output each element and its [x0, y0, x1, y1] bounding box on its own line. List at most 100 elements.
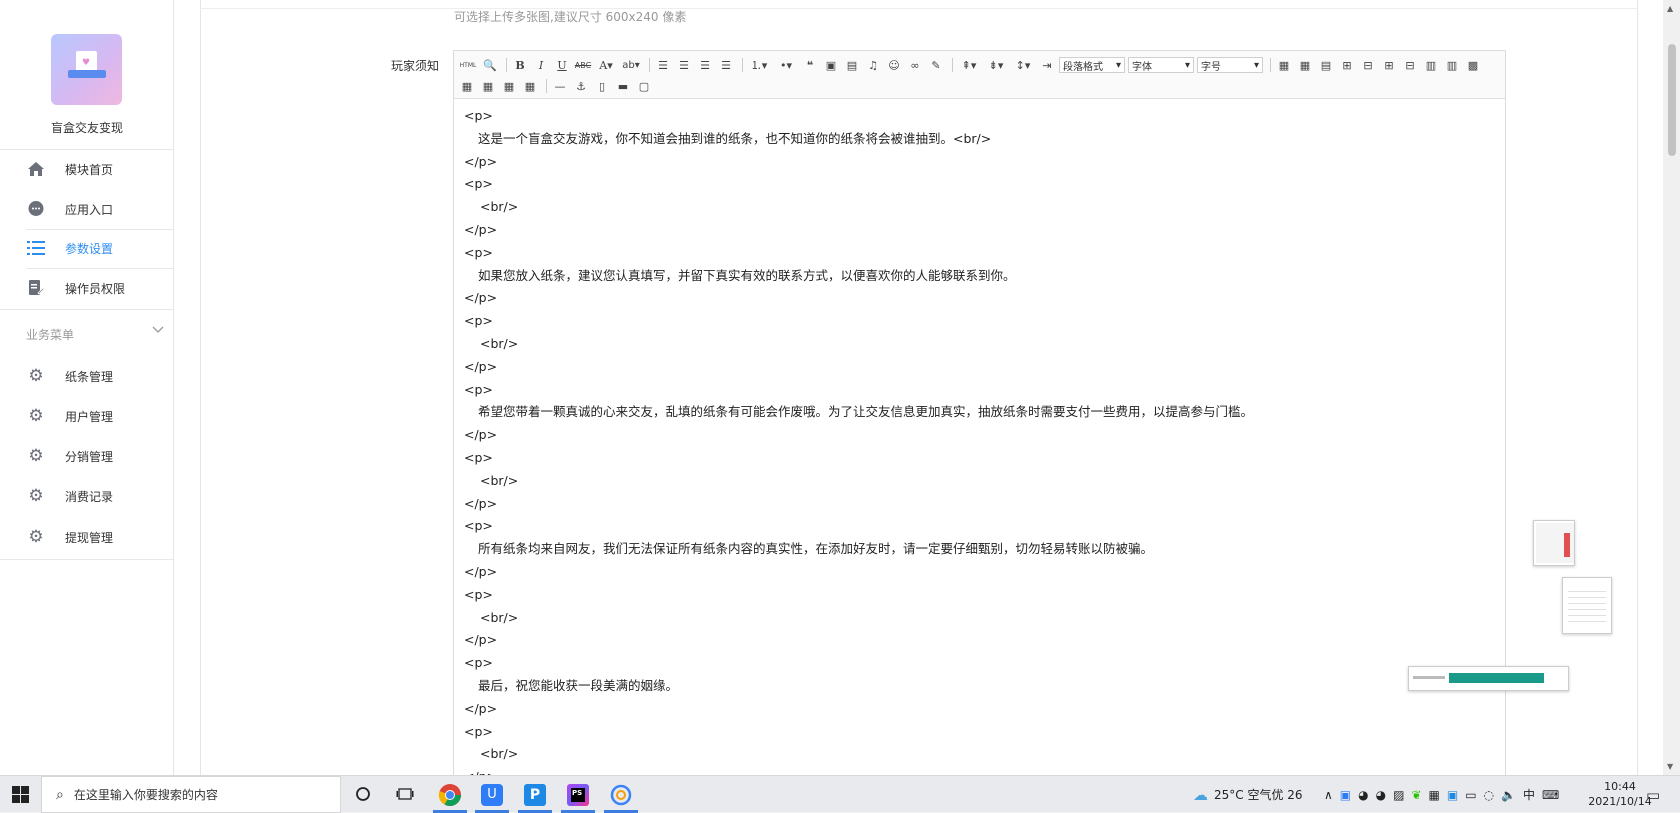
merge-down-icon[interactable]: ▦: [521, 77, 539, 95]
indent-icon[interactable]: ⇥: [1038, 56, 1056, 74]
sidebar-item-label: 参数设置: [65, 241, 114, 256]
print-icon[interactable]: ▬: [614, 77, 632, 95]
blockquote-icon[interactable]: ❝: [801, 56, 819, 74]
scroll-thumb[interactable]: [1668, 44, 1676, 156]
windows-start-icon[interactable]: [12, 786, 29, 803]
split-row-icon[interactable]: ▦: [458, 77, 476, 95]
eraser-icon[interactable]: ✎: [927, 56, 945, 74]
unordered-list-icon[interactable]: •▾: [774, 56, 798, 74]
emoji-icon[interactable]: ☺: [885, 56, 903, 74]
align-right-icon[interactable]: ☰: [696, 56, 714, 74]
delete-table-icon[interactable]: ▩: [1464, 56, 1482, 74]
insert-col-icon[interactable]: ⊞: [1380, 56, 1398, 74]
sidebar-item-settings[interactable]: 参数设置: [0, 229, 174, 267]
logo-box-lid: [68, 70, 106, 78]
chrome-taskbar-icon[interactable]: [429, 776, 471, 813]
code-line: </p>: [464, 153, 498, 169]
window-thumbnail[interactable]: [1562, 577, 1612, 634]
tray-app-icon[interactable]: ▨: [1393, 788, 1404, 802]
toolbar-separator: [952, 58, 953, 72]
font-family-select[interactable]: 字体 ▾: [1128, 57, 1194, 73]
sidebar-item-consumption[interactable]: ⚙ 消费记录: [0, 477, 174, 515]
paragraph-format-select[interactable]: 段落格式 ▾: [1059, 57, 1125, 73]
input-icon[interactable]: ⌨: [1542, 788, 1559, 802]
merge-right-icon[interactable]: ▦: [500, 77, 518, 95]
underline-icon[interactable]: U: [553, 56, 571, 74]
preview-icon[interactable]: ▢: [635, 77, 653, 95]
qq-icon[interactable]: ◕: [1376, 788, 1386, 802]
split-cells-icon[interactable]: ▥: [1443, 56, 1461, 74]
html-source-button[interactable]: HTML: [458, 56, 478, 74]
qq-icon[interactable]: ◕: [1358, 788, 1368, 802]
sidebar-item-distribution[interactable]: ⚙ 分销管理: [0, 437, 174, 475]
sidebar-item-home[interactable]: 模块首页: [0, 150, 174, 188]
ime-indicator[interactable]: 中: [1523, 786, 1535, 803]
app-taskbar-icon[interactable]: U: [471, 776, 513, 813]
image-icon[interactable]: ▣: [822, 56, 840, 74]
bold-icon[interactable]: B: [511, 56, 529, 74]
battery-icon[interactable]: ▭: [1465, 788, 1476, 802]
delete-col-icon[interactable]: ⊟: [1401, 56, 1419, 74]
sidebar-item-operator-permissions[interactable]: 操作员权限: [0, 269, 174, 307]
merge-cells-icon[interactable]: ▥: [1422, 56, 1440, 74]
table-insert-icon[interactable]: ▦: [1296, 56, 1314, 74]
link-icon[interactable]: ∞: [906, 56, 924, 74]
delete-row-icon[interactable]: ⊟: [1359, 56, 1377, 74]
table-caption-icon[interactable]: ▤: [1317, 56, 1335, 74]
scroll-down-icon[interactable]: ▼: [1667, 762, 1673, 771]
ordered-list-icon[interactable]: ⒈▾: [747, 56, 771, 74]
anchor-icon[interactable]: ⚓: [572, 77, 590, 95]
browser-taskbar-icon[interactable]: [600, 776, 642, 813]
code-line: </p>: [464, 358, 498, 374]
cortana-icon[interactable]: [350, 781, 376, 807]
sidebar-item-label: 分销管理: [65, 449, 114, 464]
horizontal-rule-icon[interactable]: —: [551, 77, 569, 95]
network-icon[interactable]: ◌: [1484, 788, 1494, 802]
row-spacing-top-icon[interactable]: ⇞▾: [957, 56, 981, 74]
sidebar-item-users[interactable]: ⚙ 用户管理: [0, 397, 174, 435]
sidebar-item-notes[interactable]: ⚙ 纸条管理: [0, 357, 174, 395]
chevron-down-icon[interactable]: [152, 323, 164, 337]
align-left-icon[interactable]: ☰: [654, 56, 672, 74]
file-icon[interactable]: ▤: [843, 56, 861, 74]
phpstorm-taskbar-icon[interactable]: PS: [557, 776, 599, 813]
window-thumbnail[interactable]: [1533, 520, 1575, 566]
html-source-content[interactable]: <p> 这是一个盲盒交友游戏，你不知道会抽到谁的纸条，也不知道你的纸条将会被谁抽到…: [464, 105, 1494, 789]
window-thumbnail[interactable]: [1408, 666, 1569, 691]
line-height-icon[interactable]: ↕▾: [1011, 56, 1035, 74]
tray-app-icon[interactable]: ▣: [1340, 788, 1351, 802]
split-col-icon[interactable]: ▦: [479, 77, 497, 95]
p-app-taskbar-icon[interactable]: P: [514, 776, 556, 813]
scroll-up-icon[interactable]: ▲: [1667, 4, 1673, 13]
table-icon[interactable]: ▦: [1275, 56, 1293, 74]
chat-bubble-icon: [26, 199, 46, 219]
system-clock[interactable]: 10:44 2021/10/14: [1585, 779, 1655, 809]
taskbar-search-box[interactable]: ⌕ 在这里输入你要搜索的内容: [41, 776, 341, 813]
code-line: <p>: [464, 244, 493, 260]
weather-widget[interactable]: ☁ 25°C 空气优 26: [1193, 776, 1303, 813]
wechat-icon[interactable]: ❦: [1411, 788, 1421, 802]
align-justify-icon[interactable]: ☰: [717, 56, 735, 74]
row-spacing-bottom-icon[interactable]: ⇟▾: [984, 56, 1008, 74]
insert-row-icon[interactable]: ⊞: [1338, 56, 1356, 74]
tray-app-icon[interactable]: ▦: [1429, 788, 1440, 802]
notification-icon[interactable]: ▭: [1646, 786, 1660, 804]
task-view-icon[interactable]: [392, 781, 418, 807]
search-replace-icon[interactable]: 🔍: [481, 56, 499, 74]
music-icon[interactable]: ♫: [864, 56, 882, 74]
strikethrough-icon[interactable]: ABC: [574, 56, 592, 74]
font-color-icon[interactable]: A▾: [595, 56, 617, 74]
page-break-icon[interactable]: ▯: [593, 77, 611, 95]
volume-icon[interactable]: 🔈: [1501, 788, 1516, 802]
highlight-color-icon[interactable]: ab▾: [620, 56, 642, 74]
sidebar-item-app-entry[interactable]: 应用入口: [0, 190, 174, 228]
rich-text-editor[interactable]: HTML 🔍 B I U ABC A▾ ab▾ ☰ ☰ ☰ ☰ ⒈▾ •▾ ❝ …: [453, 50, 1506, 784]
align-center-icon[interactable]: ☰: [675, 56, 693, 74]
code-line: </p>: [464, 563, 498, 579]
sidebar-item-withdrawal[interactable]: ⚙ 提现管理: [0, 518, 174, 556]
p-app-tray-icon[interactable]: ▣: [1447, 788, 1458, 802]
italic-icon[interactable]: I: [532, 56, 550, 74]
chevron-up-icon[interactable]: ∧: [1324, 788, 1333, 802]
font-size-select[interactable]: 字号 ▾: [1197, 57, 1263, 73]
page-scrollbar[interactable]: ▲ ▼: [1663, 0, 1680, 775]
